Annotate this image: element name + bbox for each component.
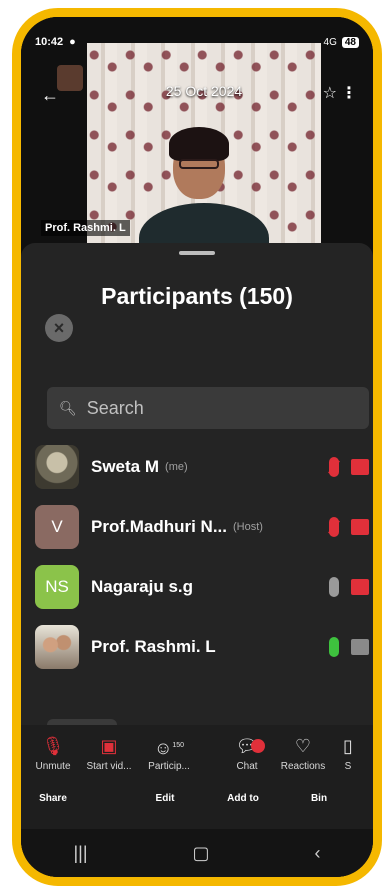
mic-muted-icon: 🎙︎	[41, 736, 65, 756]
recents-icon[interactable]: |||	[73, 843, 87, 864]
android-navbar: ||| ▢ ‹	[21, 829, 373, 877]
speaker-hair	[169, 127, 229, 161]
participant-name: Prof.Madhuri N...	[91, 517, 227, 536]
speaker-glasses	[179, 159, 219, 169]
mic-muted-icon	[329, 517, 339, 537]
status-time: 10:42	[35, 36, 64, 48]
camera-off-icon	[351, 579, 369, 595]
participant-row[interactable]: NS Nagaraju s.g	[21, 557, 373, 617]
status-bar: 10:42 ● 4G 48	[35, 33, 359, 51]
participant-name: Prof. Rashmi. L	[91, 637, 216, 656]
sheet-title: Participants (150)	[101, 283, 293, 309]
chat-badge	[251, 739, 265, 753]
camera-on-icon	[351, 639, 369, 655]
screen: 25 Oct 2024 ← ☆ ⋮ Prof. Rashmi. L 10:42 …	[21, 17, 373, 877]
participant-row[interactable]: Sweta M (me)	[21, 437, 373, 497]
participant-list: Sweta M (me) V Prof.Madhuri N... (Host) …	[21, 437, 373, 677]
participant-name: Sweta M	[91, 457, 160, 476]
video-off-icon: ▣	[100, 736, 118, 756]
participants-count: 150	[172, 742, 185, 749]
share-label[interactable]: Share	[27, 793, 79, 804]
participant-name: Nagaraju s.g	[91, 577, 194, 596]
search-box[interactable]: 🔍︎	[47, 387, 369, 429]
meeting-toolbar: 🎙︎ Unmute Share ▣ Start vid... Edit ☺150…	[21, 725, 373, 829]
speaker-name-tag: Prof. Rashmi. L	[41, 220, 130, 236]
close-button[interactable]: ×	[45, 314, 73, 342]
status-icons: 4G 48	[323, 36, 359, 48]
participants-label: Particip...	[148, 761, 190, 772]
mic-muted-icon	[329, 457, 339, 477]
unmute-button[interactable]: 🎙︎ Unmute	[27, 735, 79, 772]
search-input[interactable]	[86, 397, 327, 419]
add-to-label[interactable]: Add to	[217, 793, 269, 804]
start-video-button[interactable]: ▣ Start vid...	[83, 735, 135, 772]
battery-icon: 48	[341, 36, 359, 48]
date-overlay: 25 Oct 2024	[165, 83, 243, 99]
reactions-button[interactable]: ♡ Reactions	[277, 735, 329, 772]
self-view-thumbnail[interactable]	[57, 65, 83, 91]
close-icon: ×	[53, 317, 65, 338]
participant-tag: (me)	[165, 461, 188, 473]
participants-button[interactable]: ☺150 Particip...	[143, 735, 195, 772]
star-icon[interactable]: ☆	[323, 83, 337, 103]
heart-icon: ♡	[294, 736, 312, 756]
bin-label[interactable]: Bin	[293, 793, 345, 804]
start-video-label: Start vid...	[86, 761, 132, 772]
avatar: NS	[35, 565, 79, 609]
avatar: V	[35, 505, 79, 549]
notification-icon: ●	[69, 36, 76, 48]
search-icon: 🔍︎	[59, 399, 77, 416]
mic-icon	[329, 577, 339, 597]
camera-off-icon	[351, 519, 369, 535]
home-icon[interactable]: ▢	[193, 843, 210, 864]
reactions-label: Reactions	[280, 761, 326, 772]
active-speaker-video[interactable]: 25 Oct 2024	[87, 43, 321, 249]
video-area[interactable]: 25 Oct 2024 ← ☆ ⋮ Prof. Rashmi. L	[21, 17, 373, 257]
more-icon[interactable]: ⋮	[341, 83, 357, 103]
mic-speaking-icon	[329, 637, 339, 657]
camera-off-icon	[351, 459, 369, 475]
signal-icon: 4G	[323, 36, 337, 48]
avatar	[35, 445, 79, 489]
phone-frame: 25 Oct 2024 ← ☆ ⋮ Prof. Rashmi. L 10:42 …	[12, 8, 382, 886]
edit-label[interactable]: Edit	[139, 793, 191, 804]
back-arrow-icon[interactable]: ←	[41, 85, 59, 106]
participant-tag: (Host)	[233, 521, 263, 533]
participant-row[interactable]: V Prof.Madhuri N... (Host)	[21, 497, 373, 557]
more-options-icon: ▯	[343, 736, 353, 756]
more-toolbar-button[interactable]: ▯ S	[333, 735, 363, 772]
s-label: S	[344, 761, 352, 772]
chat-label: Chat	[236, 761, 258, 772]
participants-icon: ☺150	[153, 738, 185, 758]
chat-icon: 💬︎	[235, 736, 259, 756]
sheet-drag-handle[interactable]	[179, 251, 215, 255]
participant-row[interactable]: Prof. Rashmi. L	[21, 617, 373, 677]
chat-button[interactable]: 💬︎ Chat	[221, 735, 273, 772]
back-icon[interactable]: ‹	[315, 843, 321, 864]
avatar	[35, 625, 79, 669]
unmute-label: Unmute	[35, 761, 71, 772]
